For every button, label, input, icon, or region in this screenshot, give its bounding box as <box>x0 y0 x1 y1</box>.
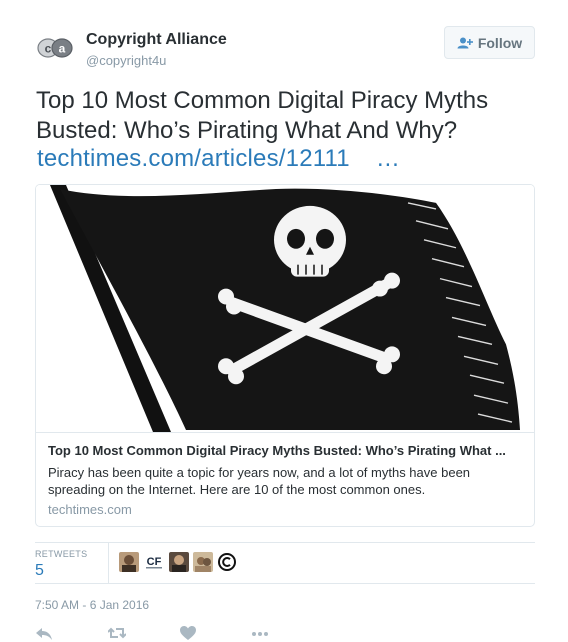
author-handle[interactable]: @copyright4u <box>86 53 166 68</box>
card-description: Piracy has been quite a topic for years … <box>48 465 471 497</box>
follow-button[interactable]: Follow <box>444 26 535 59</box>
tweet-link[interactable]: techtimes.com/articles/12111 … <box>37 145 400 173</box>
pirate-flag-illustration[interactable] <box>36 185 534 433</box>
card-domain[interactable]: techtimes.com <box>48 502 132 517</box>
follow-button-label: Follow <box>477 34 523 51</box>
retweets-label[interactable]: RETWEETS <box>35 549 87 559</box>
tweet-link-ellipsis: … <box>375 145 401 172</box>
more-icon[interactable] <box>251 624 269 642</box>
tweet-link-text[interactable]: techtimes.com/articles/12111 <box>37 145 350 172</box>
copyright-alliance-logo-icon[interactable]: c a <box>37 37 73 59</box>
tweet-stats: RETWEETS 5 CF <box>35 542 535 584</box>
retweeter-avatar-copyright-icon[interactable] <box>217 552 237 572</box>
svg-text:c: c <box>45 42 52 56</box>
retweeter-avatar-icon[interactable] <box>169 552 189 572</box>
card-title[interactable]: Top 10 Most Common Digital Piracy Myths … <box>48 443 524 458</box>
tweet-timestamp[interactable]: 7:50 AM - 6 Jan 2016 <box>35 598 149 612</box>
retweeter-avatar-icon[interactable] <box>119 552 139 572</box>
retweeter-avatar-cf-icon[interactable]: CF <box>143 552 165 572</box>
tweet-text: Top 10 Most Common Digital Piracy Myths … <box>36 87 489 144</box>
retweet-icon[interactable] <box>108 624 126 642</box>
retweets-count[interactable]: 5 <box>35 562 44 580</box>
tweet-actions <box>35 624 535 642</box>
retweeter-cf-label: CF <box>147 556 162 568</box>
stats-divider <box>108 543 109 583</box>
like-icon[interactable] <box>179 624 197 642</box>
reply-icon[interactable] <box>35 624 53 642</box>
retweeter-avatar-icon[interactable] <box>193 552 213 572</box>
author-name[interactable]: Copyright Alliance <box>86 31 227 49</box>
tweet-header: c a Copyright Alliance @copyright4u Foll… <box>0 0 568 80</box>
svg-text:a: a <box>59 42 66 56</box>
link-card[interactable]: Top 10 Most Common Digital Piracy Myths … <box>35 184 535 527</box>
retweeter-avatars: CF <box>119 552 237 574</box>
add-user-icon <box>457 37 473 48</box>
